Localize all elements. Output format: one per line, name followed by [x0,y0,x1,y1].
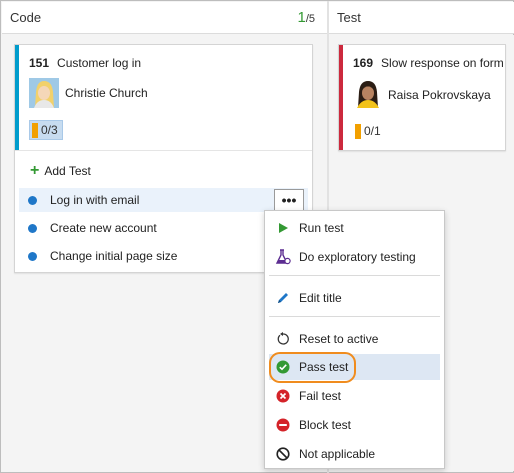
assignee-name: Raisa Pokrovskaya [388,88,491,102]
test-status-dot [28,223,37,233]
menu-item-reset[interactable]: Reset to active [269,326,440,352]
block-icon [275,417,291,433]
test-progress[interactable]: 0/3 [29,120,63,140]
menu-separator [269,275,440,276]
menu-item-fail-test[interactable]: Fail test [269,383,440,409]
reset-icon [275,331,291,347]
work-item-id: 169 [353,56,374,70]
more-actions-button[interactable]: ••• [274,189,304,211]
x-circle-icon [275,388,291,404]
test-label: Change initial page size [50,249,178,263]
column-header-code: Code 1/5 [2,2,327,34]
column-title: Code [10,10,42,25]
flask-icon [275,249,291,265]
pencil-icon [275,290,291,306]
assignee-name: Christie Church [65,86,148,100]
play-icon [275,220,291,236]
menu-item-label: Not applicable [299,447,376,461]
wip-limit: /5 [305,13,315,25]
card-title[interactable]: 151 Customer log in [29,56,141,70]
menu-separator [269,316,440,317]
avatar [29,78,59,108]
column-title: Test [337,10,361,25]
add-test-button[interactable]: + Add Test [30,162,91,179]
progress-bar [355,123,361,139]
menu-item-label: Pass test [299,360,349,374]
menu-item-label: Reset to active [299,332,379,346]
test-status-dot [28,251,37,261]
menu-item-not-applicable[interactable]: Not applicable [269,441,440,467]
column-header-test: Test [329,2,514,34]
kanban-board: Code 1/5 Test 151 Customer log in Christi… [0,0,514,473]
menu-item-block-test[interactable]: Block test [269,412,440,438]
menu-item-label: Edit title [299,291,342,305]
menu-item-label: Block test [299,418,352,432]
test-label: Create new account [50,221,157,235]
progress-count: 0/1 [364,124,381,138]
menu-item-label: Fail test [299,389,342,403]
card-title[interactable]: 169 Slow response on form [353,56,504,70]
work-item-id: 151 [29,56,50,70]
not-applicable-icon [275,446,291,462]
test-item[interactable]: Log in with email ••• [19,188,308,212]
menu-item-run-test[interactable]: Run test [269,215,440,241]
card-type-stripe [339,45,343,150]
menu-item-label: Do exploratory testing [299,250,416,264]
test-status-dot [28,195,37,205]
work-item-card[interactable]: 169 Slow response on form Raisa Pokrovska… [338,44,506,151]
avatar [353,78,383,108]
progress-bar [32,122,38,138]
check-circle-icon [275,359,291,375]
test-progress[interactable]: 0/1 [355,121,381,141]
wip-limit-indicator: 1/5 [297,9,315,26]
test-context-menu: Run test Do exploratory testing Edit tit… [264,210,445,469]
menu-item-label: Run test [299,221,344,235]
progress-count: 0/3 [41,123,58,137]
menu-item-exploratory[interactable]: Do exploratory testing [269,244,440,270]
work-item-title: Slow response on form [381,56,504,70]
test-label: Log in with email [50,193,140,207]
add-test-label: Add Test [44,164,91,178]
menu-item-pass-test[interactable]: Pass test [269,354,440,380]
work-item-title: Customer log in [57,56,142,70]
menu-item-edit-title[interactable]: Edit title [269,285,440,311]
card-type-stripe [15,45,19,150]
wip-current: 1 [297,9,306,26]
plus-icon: + [30,162,40,179]
